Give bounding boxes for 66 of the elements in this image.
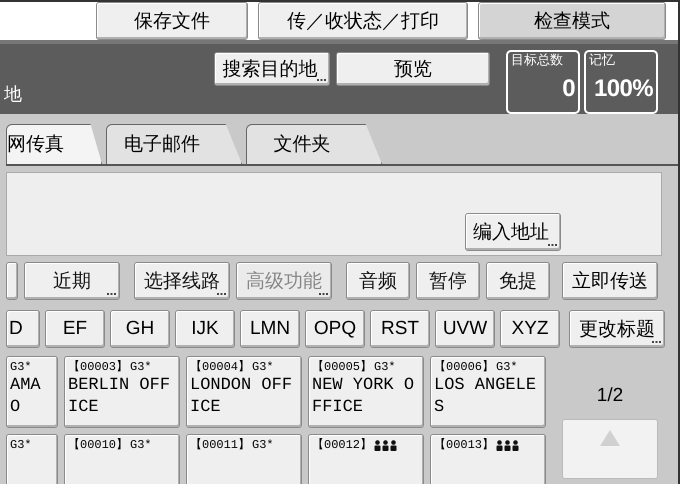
destination-key[interactable]: 【00004】 G3* LONDON OFFICE — [186, 356, 302, 428]
index-key[interactable]: OPQ — [305, 310, 365, 348]
destination-id: 【00013】 — [434, 437, 520, 453]
destination-id: 【00003】 G3* — [68, 359, 152, 375]
index-key[interactable]: D — [6, 310, 40, 348]
more-dots-icon — [319, 293, 328, 296]
destination-name: LONDON OFFICE — [190, 375, 294, 419]
destination-key[interactable]: G3* AMA O — [6, 356, 58, 428]
top-menu-button[interactable]: 传／收状态／打印 — [258, 2, 468, 40]
more-dots-icon — [652, 341, 661, 344]
destination-key[interactable]: 【00012】 — [308, 434, 424, 484]
destination-id: 【00012】 — [312, 437, 398, 453]
function-button[interactable]: 音频 — [346, 262, 410, 300]
index-key[interactable]: XYZ — [500, 310, 560, 348]
destination-name: BERLIN OFFICE — [68, 375, 172, 419]
counter-label: 记忆 — [589, 52, 616, 70]
counter-value: 100% — [594, 74, 653, 104]
index-key[interactable]: UVW — [435, 310, 495, 348]
destination-id: 【00005】 G3* — [312, 359, 396, 375]
screen-title: 地 — [4, 83, 22, 107]
more-dots-icon — [548, 244, 557, 247]
function-button[interactable]: 选择线路 — [134, 262, 230, 300]
preview-button[interactable]: 预览 — [336, 52, 490, 86]
function-button[interactable]: 近期 — [24, 262, 120, 300]
search-destination-button[interactable]: 搜索目的地 — [214, 52, 330, 86]
destination-id: 【00011】 G3* — [190, 437, 274, 453]
counter-value: 0 — [562, 74, 575, 104]
destination-id: G3* — [10, 437, 32, 453]
destination-key[interactable]: G3* — [6, 434, 58, 484]
destination-id: 【00010】 G3* — [68, 437, 152, 453]
destination-name: NEW YORK OFFICE — [312, 375, 416, 419]
top-menu-button[interactable]: 检查模式 — [478, 2, 666, 40]
destination-key[interactable]: 【00003】 G3* BERLIN OFFICE — [64, 356, 180, 428]
more-dots-icon — [317, 79, 326, 82]
more-dots-icon — [217, 293, 226, 296]
index-key[interactable]: IJK — [175, 310, 235, 348]
function-button[interactable]: 免提 — [486, 262, 550, 300]
counter-label: 目标总数 — [511, 52, 564, 70]
up-arrow-icon — [600, 430, 620, 446]
tab[interactable]: 网传真 — [6, 124, 102, 164]
destination-key[interactable]: 【00010】 G3* — [64, 434, 180, 484]
cut-off-button[interactable] — [6, 262, 18, 300]
destination-name: AMA O — [10, 375, 42, 419]
edit-address-button[interactable]: 编入地址 — [465, 213, 561, 251]
index-key[interactable]: GH — [110, 310, 170, 348]
group-icon — [374, 440, 398, 450]
destination-key[interactable]: 【00013】 — [430, 434, 546, 484]
index-key[interactable]: LMN — [240, 310, 300, 348]
send-now-button[interactable]: 立即传送 — [562, 262, 658, 300]
group-icon — [496, 440, 520, 450]
destination-id: 【00006】 G3* — [434, 359, 518, 375]
change-title-button[interactable]: 更改标题 — [569, 310, 665, 348]
tab[interactable]: 电子邮件 — [106, 124, 242, 164]
index-key[interactable]: EF — [45, 310, 105, 348]
destination-key[interactable]: 【00005】 G3* NEW YORK OFFICE — [308, 356, 424, 428]
destination-name: LOS ANGELES — [434, 375, 538, 419]
top-menu-button[interactable]: 保存文件 — [96, 2, 248, 40]
function-button[interactable]: 暂停 — [416, 262, 480, 300]
destination-id: G3* — [10, 359, 32, 375]
page-indicator: 1/2 — [596, 384, 624, 408]
destination-id: 【00004】 G3* — [190, 359, 274, 375]
index-key[interactable]: RST — [370, 310, 430, 348]
destination-key[interactable]: 【00006】 G3* LOS ANGELES — [430, 356, 546, 428]
more-dots-icon — [107, 293, 116, 296]
tab[interactable]: 文件夹 — [246, 124, 382, 164]
destination-key[interactable]: 【00011】 G3* — [186, 434, 302, 484]
